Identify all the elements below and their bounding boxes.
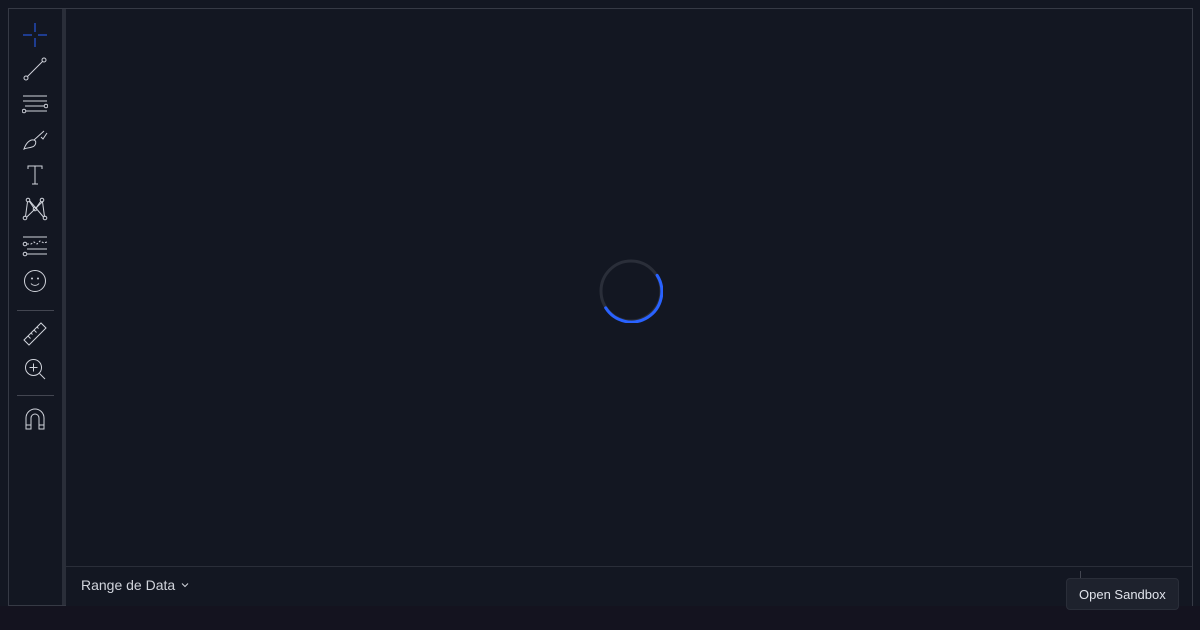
trend-line-tool-button[interactable] xyxy=(22,56,48,82)
bottom-toolbar: Range de Data xyxy=(66,566,1192,606)
prediction-icon xyxy=(22,236,48,257)
emoji-tool-button[interactable] xyxy=(22,268,48,294)
chart-pane[interactable] xyxy=(66,9,1192,566)
pattern-tool-button[interactable] xyxy=(22,196,48,222)
zoom-in-icon xyxy=(25,359,46,380)
horizontal-lines-icon xyxy=(22,95,48,114)
text-icon xyxy=(27,165,43,185)
measure-tool-button[interactable] xyxy=(22,321,48,347)
open-sandbox-button[interactable]: Open Sandbox xyxy=(1066,578,1179,610)
date-range-label: Range de Data xyxy=(81,577,176,593)
brush-icon xyxy=(23,130,48,150)
date-range-button[interactable]: Range de Data xyxy=(81,577,190,593)
loading-spinner xyxy=(599,259,663,323)
text-tool-button[interactable] xyxy=(22,162,48,188)
toolbar-divider xyxy=(17,310,54,311)
trend-line-icon xyxy=(23,57,47,81)
prediction-tool-button[interactable] xyxy=(22,233,48,259)
ruler-icon xyxy=(23,322,47,346)
page-footer-strip xyxy=(0,606,1200,630)
magnet-tool-button[interactable] xyxy=(22,406,48,432)
drawing-toolbar xyxy=(9,9,62,605)
brush-tool-button[interactable] xyxy=(22,127,48,153)
horizontal-lines-tool-button[interactable] xyxy=(22,91,48,117)
emoji-icon xyxy=(24,270,46,292)
magnet-icon xyxy=(25,408,45,430)
crosshair-icon xyxy=(23,23,47,47)
chart-widget: Range de Data xyxy=(8,8,1193,606)
pattern-icon xyxy=(22,197,48,221)
toolbar-divider xyxy=(17,395,54,396)
chevron-down-icon xyxy=(181,583,189,588)
zoom-in-tool-button[interactable] xyxy=(22,356,48,382)
crosshair-tool-button[interactable] xyxy=(22,22,48,48)
